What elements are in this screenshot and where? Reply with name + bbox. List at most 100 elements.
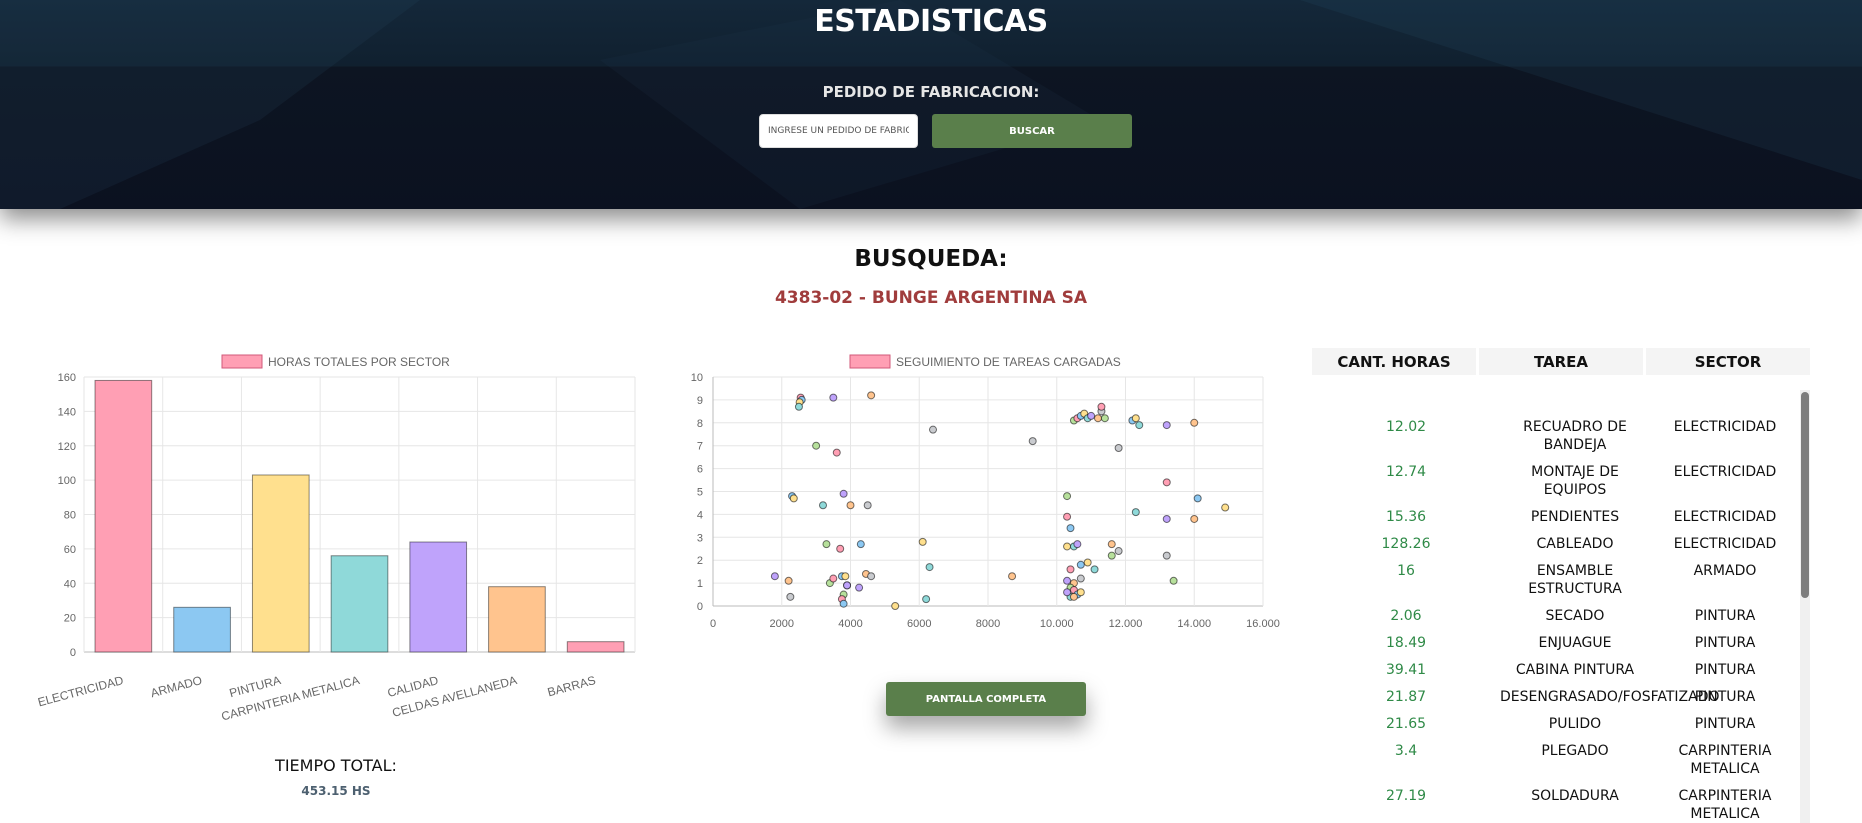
x-tick-label: 4000 [838, 618, 862, 630]
bar-chart: HORAS TOTALES POR SECTOR 0 20 40 60 80 100 120 1… [36, 354, 636, 720]
sector-cell: PINTURA [1694, 662, 1756, 678]
scatter-point [1076, 574, 1085, 583]
sector-cell: ELECTRICIDAD [1673, 536, 1777, 552]
task-cell: PLEGADO [1541, 743, 1609, 759]
scatter-point [1063, 588, 1072, 597]
y-tick-label: 2 [697, 555, 703, 567]
sector-cell: PINTURA [1694, 689, 1756, 705]
bar-electricidad [94, 379, 153, 653]
hours-cell: 16 [1397, 563, 1415, 579]
column-header-hours[interactable]: CANT. HORAS [1312, 348, 1476, 375]
column-header-sector[interactable]: SECTOR [1646, 348, 1810, 375]
scatter-point [784, 576, 793, 585]
legend-label: HORAS TOTALES POR SECTOR [268, 355, 450, 369]
fullscreen-button[interactable]: PANTALLA COMPLETA [886, 682, 1086, 716]
scatter-point [1107, 540, 1116, 549]
column-header-task[interactable]: TAREA [1479, 348, 1643, 375]
task-cell: ENSAMBLE ESTRUCTURA [1528, 563, 1622, 597]
results-heading: BUSQUEDA: [854, 246, 1008, 272]
legend-swatch [221, 354, 263, 369]
sector-cell: ELECTRICIDAD [1673, 464, 1777, 480]
sector-cell: PINTURA [1694, 635, 1756, 651]
scatter-chart: SEGUIMIENTO DE TAREAS CARGADAS 0 1 2 3 4 5 6 7 8 9… [691, 354, 1280, 630]
order-search-input[interactable] [759, 114, 918, 148]
scatter-point [1090, 565, 1099, 574]
y-tick-label: 4 [697, 509, 703, 521]
y-tick-label: 120 [58, 441, 76, 453]
scatter-point [1135, 421, 1144, 430]
scatter-point [867, 572, 876, 581]
total-time-value: 453.15 HS [301, 784, 371, 798]
scatter-point [786, 592, 795, 601]
scatter-point [1190, 418, 1199, 427]
y-tick-label: 80 [64, 510, 76, 522]
table-row[interactable]: 15.36 PENDIENTES ELECTRICIDAD [1312, 504, 1804, 531]
scatter-point [1162, 514, 1171, 523]
scatter-point [789, 494, 798, 503]
y-tick-label: 100 [58, 475, 76, 487]
search-button[interactable]: BUSCAR [932, 114, 1132, 148]
x-tick-label: 12.000 [1109, 618, 1143, 630]
x-tick-label: ELECTRICIDAD [36, 673, 125, 709]
table-row[interactable]: 12.02 RECUADRO DE BANDEJA ELECTRICIDAD [1312, 414, 1804, 459]
y-tick-label: 7 [697, 441, 703, 453]
hours-cell: 12.74 [1385, 464, 1427, 480]
table-row[interactable]: 21.87 DESENGRASADO/FOSFATIZADO PINTURA [1312, 684, 1804, 711]
scatter-point [1193, 494, 1202, 503]
scatter-point [839, 599, 848, 608]
table-row[interactable]: 18.49 ENJUAGUE PINTURA [1312, 630, 1804, 657]
scatter-point [891, 602, 900, 610]
scatter-point [1063, 512, 1072, 521]
table-row[interactable]: 21.65 PULIDO PINTURA [1312, 711, 1804, 738]
y-tick-label: 40 [64, 578, 76, 590]
scatter-point [1063, 542, 1072, 551]
hours-cell: 39.41 [1385, 662, 1427, 678]
y-tick-label: 0 [70, 647, 76, 659]
table-row[interactable]: 128.26 CABLEADO ELECTRICIDAD [1312, 531, 1804, 558]
scatter-point [1097, 402, 1106, 411]
scatter-point [1094, 414, 1102, 423]
bar-armado [173, 606, 231, 653]
scatter-point [794, 402, 803, 411]
x-tick-label: 6000 [907, 618, 931, 630]
scatter-point [867, 391, 876, 400]
scatter-point [1087, 411, 1096, 420]
table-row[interactable]: 3.4 PLEGADO CARPINTERIA METALICA [1312, 738, 1804, 783]
task-cell: ENJUAGUE [1538, 635, 1612, 651]
scatter-point [846, 501, 855, 510]
y-tick-label: 9 [697, 395, 703, 407]
y-tick-label: 20 [64, 613, 76, 625]
table-scrollbar-thumb[interactable] [1801, 392, 1809, 598]
scatter-point [1028, 437, 1037, 446]
scatter-point [925, 563, 934, 572]
scatter-point [918, 537, 927, 546]
scatter-point [856, 540, 865, 549]
table-row[interactable]: 12.74 MONTAJE DE EQUIPOS ELECTRICIDAD [1312, 459, 1804, 504]
table-row[interactable]: 16 ENSAMBLE ESTRUCTURA ARMADO [1312, 558, 1804, 603]
scatter-point [1066, 524, 1075, 533]
x-tick-label: BARRAS [546, 673, 597, 699]
scatter-point [1073, 540, 1082, 549]
scatter-point [829, 393, 838, 402]
scatter-point [770, 572, 779, 581]
hours-cell: 3.4 [1394, 743, 1418, 759]
order-title: 4383-02 - BUNGE ARGENTINA SA [774, 288, 1088, 308]
scatter-point [1008, 572, 1017, 581]
bar-pintura [251, 474, 310, 653]
hours-cell: 18.49 [1385, 635, 1427, 651]
task-cell: CABLEADO [1536, 536, 1614, 552]
scatter-point [841, 572, 850, 581]
task-cell: MONTAJE DE EQUIPOS [1531, 464, 1619, 498]
x-tick-label: 16.000 [1246, 618, 1280, 630]
page-title: ESTADISTICAS [814, 4, 1048, 39]
y-tick-label: 6 [697, 464, 703, 476]
hours-cell: 21.65 [1385, 716, 1427, 732]
scatter-point [1069, 592, 1078, 601]
bar-celdas-avellaneda [488, 586, 546, 653]
table-row[interactable]: 39.41 CABINA PINTURA PINTURA [1312, 657, 1804, 684]
table-row[interactable]: 27.19 SOLDADURA CARPINTERIA METALICA [1312, 783, 1804, 823]
scatter-point [843, 581, 852, 590]
hours-cell: 2.06 [1390, 608, 1422, 624]
table-row[interactable]: 2.06 SECADO PINTURA [1312, 603, 1804, 630]
scatter-point [1169, 576, 1178, 585]
